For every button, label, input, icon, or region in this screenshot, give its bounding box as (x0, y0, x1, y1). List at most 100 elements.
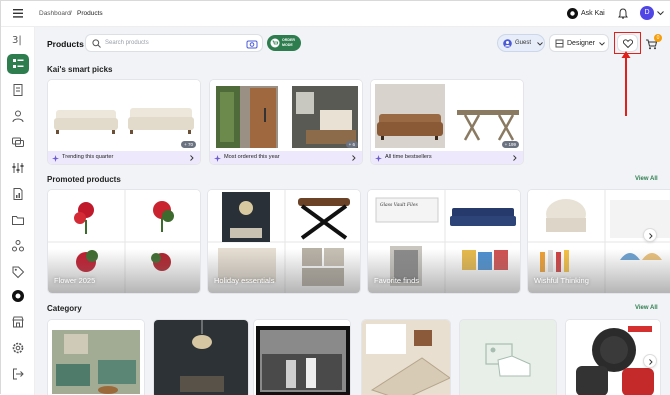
hamburger-menu-icon[interactable] (13, 9, 23, 18)
rug-category-image (362, 320, 450, 395)
logout-icon[interactable] (11, 367, 25, 381)
bestseller-product-image (371, 80, 523, 153)
guest-user-icon (503, 39, 512, 48)
search-bar[interactable]: Search products (85, 34, 263, 52)
category-card[interactable] (253, 319, 351, 395)
picks-count-badge: + 70 (181, 141, 196, 148)
cart-count-badge: 0 (654, 34, 662, 42)
breadcrumb-separator: / (70, 10, 72, 17)
search-icon (92, 39, 101, 48)
promo-fade-overlay (528, 249, 670, 293)
sidebar-item-products-active[interactable] (7, 54, 29, 74)
guest-dropdown[interactable]: Guest (497, 34, 545, 52)
camera-search-icon[interactable] (246, 39, 258, 49)
app-frame: Dashboard / Products Ask Kai D 3| Produc… (0, 0, 670, 395)
sofa-product-image (48, 80, 200, 153)
category-card[interactable] (361, 319, 451, 395)
promo-card-flower[interactable]: Flower 2025 (47, 189, 201, 294)
chat-icon[interactable] (11, 135, 25, 149)
breadcrumb-dashboard[interactable]: Dashboard (39, 10, 71, 17)
category-card[interactable] (47, 319, 145, 395)
guest-label: Guest (515, 40, 532, 46)
cart-button[interactable]: 0 (645, 34, 662, 51)
kai-circle-icon[interactable] (11, 289, 25, 303)
promo-label: Wishful Thinking (534, 276, 589, 285)
highlight-arrowhead-icon (621, 51, 631, 58)
file-chart-icon[interactable] (11, 187, 25, 201)
chevron-right-icon (352, 155, 356, 161)
card-footer: All time bestsellers (371, 151, 523, 164)
store-icon[interactable] (11, 315, 25, 329)
chevron-down-icon[interactable] (657, 11, 664, 16)
cart-count: 0 (656, 35, 660, 41)
svg-text:3|: 3| (12, 35, 22, 46)
smart-pick-card-bestsellers[interactable]: + 199 All time bestsellers (370, 79, 524, 165)
guest-chevron-icon (537, 42, 543, 46)
chevron-right-icon (513, 155, 517, 161)
living-room-category-image (48, 320, 144, 395)
smart-pick-card-most-ordered[interactable]: + 6 Most ordered this year (209, 79, 363, 165)
user-icon[interactable] (11, 109, 25, 123)
sidebar: 3| (1, 27, 35, 395)
promo-fade-overlay (208, 249, 360, 293)
promo-card-holiday[interactable]: Holiday essentials (207, 189, 361, 294)
order-mode-label: ORDER MODE (282, 38, 295, 47)
placeholder-image-icon (460, 320, 556, 395)
kai-logo-icon (567, 8, 578, 19)
smart-pick-card-trending[interactable]: + 70 Trending this quarter (47, 79, 201, 165)
promo-label: Favorite finds (374, 276, 420, 285)
breadcrumb-current: Products (77, 10, 103, 17)
order-mode-line1: ORDER (282, 38, 295, 42)
lighting-category-image (154, 320, 248, 395)
avatar-letter: D (644, 9, 650, 16)
promo-card-favorite[interactable]: Glass Vault Files Favorite finds (367, 189, 521, 294)
promoted-title: Promoted products (47, 175, 121, 184)
designer-icon (555, 39, 564, 48)
settings-gear-icon[interactable] (11, 341, 25, 355)
network-icon[interactable] (11, 239, 25, 253)
chevron-right-icon (649, 233, 653, 239)
highlight-arrow-line (625, 54, 627, 116)
document-icon[interactable] (11, 83, 25, 97)
sliders-icon[interactable] (11, 161, 25, 175)
promo-label: Holiday essentials (214, 276, 275, 285)
promo-fade-overlay (48, 249, 200, 293)
order-mode-line2: MODE (282, 42, 293, 47)
category-next-button[interactable] (643, 354, 657, 368)
smart-picks-title: Kai's smart picks (47, 65, 113, 74)
designer-dropdown[interactable]: Designer (549, 34, 609, 52)
chevron-right-icon (649, 359, 653, 365)
picks-count-badge: + 199 (501, 141, 519, 148)
card-footer: Most ordered this year (210, 151, 362, 164)
category-title: Category (47, 304, 82, 313)
sparkle-icon (214, 154, 221, 162)
promo-fade-overlay (368, 249, 520, 293)
smart-pick-label: Most ordered this year (224, 154, 280, 160)
search-placeholder: Search products (105, 40, 149, 46)
sparkle-icon (375, 154, 382, 162)
category-card[interactable] (459, 319, 557, 395)
smart-pick-label: All time bestsellers (385, 154, 432, 160)
room-product-image (210, 80, 362, 153)
chevron-right-icon (190, 155, 194, 161)
order-mode-toggle[interactable]: ORDER MODE (267, 35, 301, 51)
ask-kai-label: Ask Kai (581, 10, 605, 17)
designer-chevron-icon (599, 42, 605, 46)
promoted-next-button[interactable] (643, 228, 657, 242)
grid-list-icon (13, 59, 24, 68)
favorite-inner-text: Glass Vault Files (380, 203, 418, 208)
picks-count-badge: + 6 (345, 141, 358, 148)
bell-icon[interactable] (618, 8, 628, 19)
category-card[interactable] (153, 319, 249, 395)
top-bar: Dashboard / Products Ask Kai D (1, 1, 670, 27)
sidebar-collapse-icon[interactable]: 3| (11, 32, 25, 46)
category-view-all-link[interactable]: View All (635, 305, 658, 311)
folder-icon[interactable] (11, 213, 25, 227)
card-footer: Trending this quarter (48, 151, 200, 164)
promoted-view-all-link[interactable]: View All (635, 176, 658, 182)
art-category-image (254, 320, 350, 395)
page-title: Products (47, 39, 84, 49)
tag-icon[interactable] (11, 265, 25, 279)
user-avatar[interactable]: D (640, 6, 654, 20)
sparkle-icon (52, 154, 59, 162)
